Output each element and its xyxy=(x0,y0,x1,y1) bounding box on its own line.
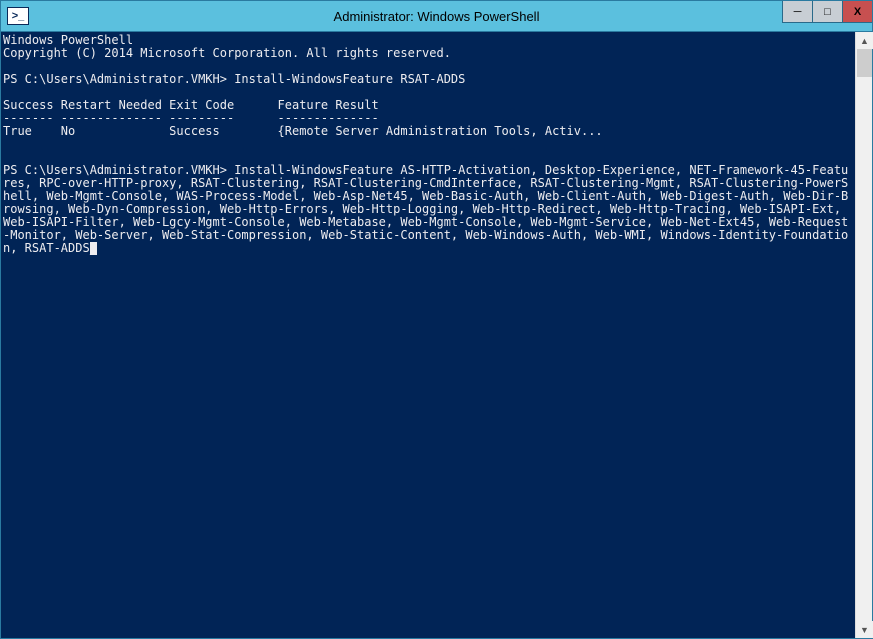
scroll-thumb[interactable] xyxy=(857,49,872,77)
minimize-button[interactable]: ─ xyxy=(782,1,812,23)
line xyxy=(3,137,10,151)
console-output[interactable]: Windows PowerShell Copyright (C) 2014 Mi… xyxy=(1,32,855,638)
scroll-up-arrow[interactable]: ▲ xyxy=(856,32,873,49)
line: Windows PowerShell xyxy=(3,33,133,47)
maximize-button[interactable]: □ xyxy=(812,1,842,23)
prompt-line: PS C:\Users\Administrator.VMKH> Install-… xyxy=(3,163,848,255)
window-controls: ─ □ X xyxy=(782,1,872,23)
vertical-scrollbar[interactable]: ▲ ▼ xyxy=(855,32,872,638)
line: Copyright (C) 2014 Microsoft Corporation… xyxy=(3,46,451,60)
powershell-window: >_ Administrator: Windows PowerShell ─ □… xyxy=(0,0,873,639)
line xyxy=(3,59,10,73)
prompt-line: PS C:\Users\Administrator.VMKH> Install-… xyxy=(3,72,465,86)
window-title: Administrator: Windows PowerShell xyxy=(334,9,540,24)
table-row: True No Success {Remote Server Administr… xyxy=(3,124,603,138)
table-divider: ------- -------------- --------- -------… xyxy=(3,111,379,125)
titlebar[interactable]: >_ Administrator: Windows PowerShell ─ □… xyxy=(1,1,872,31)
line xyxy=(3,150,10,164)
scroll-down-arrow[interactable]: ▼ xyxy=(856,621,873,638)
close-button[interactable]: X xyxy=(842,1,872,23)
console-area: Windows PowerShell Copyright (C) 2014 Mi… xyxy=(1,31,872,638)
cursor xyxy=(90,242,97,255)
table-header: Success Restart Needed Exit Code Feature… xyxy=(3,98,379,112)
powershell-icon: >_ xyxy=(7,7,29,25)
line xyxy=(3,85,10,99)
